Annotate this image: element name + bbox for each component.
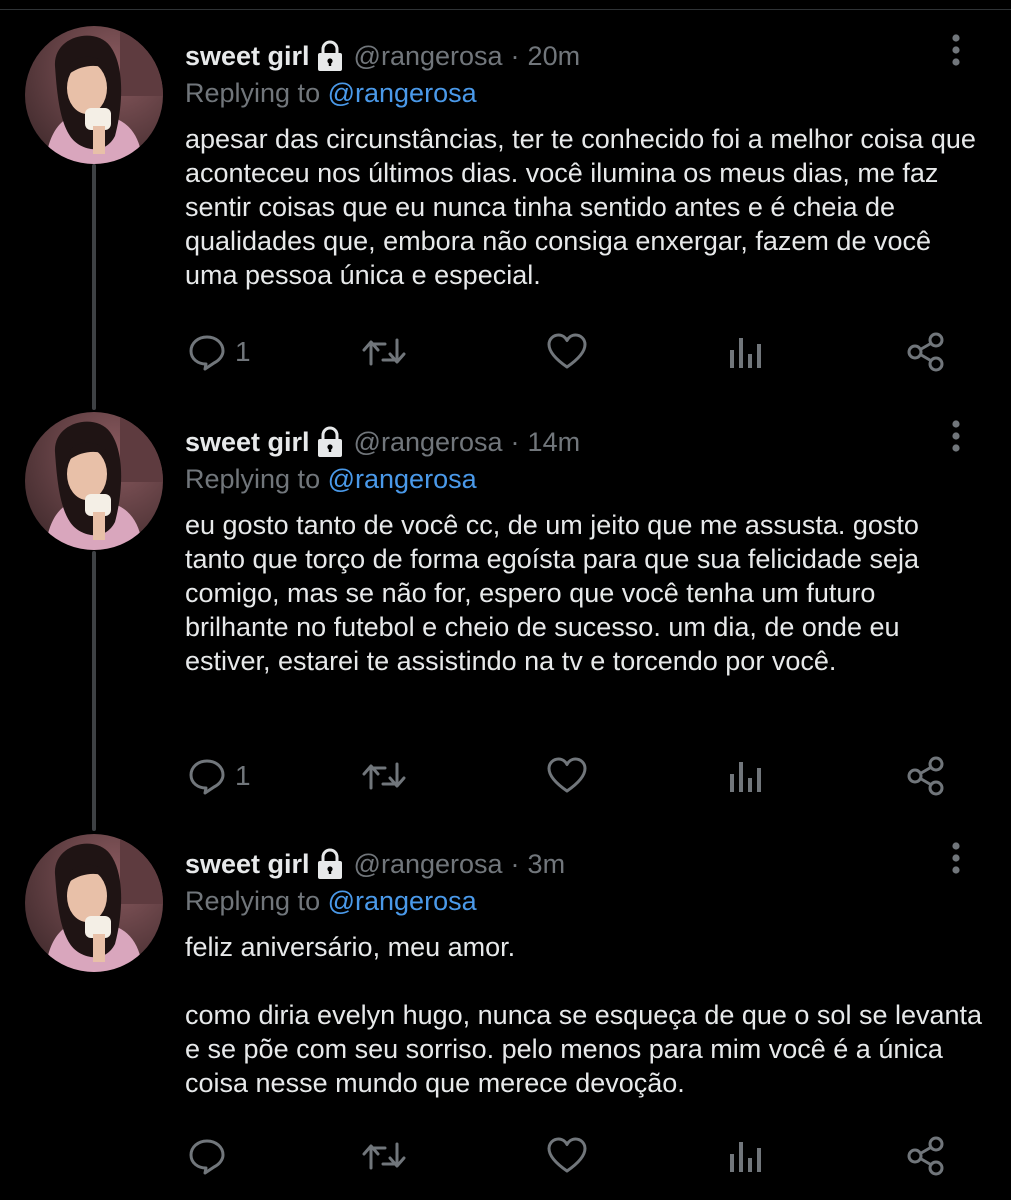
avatar[interactable] <box>25 26 163 164</box>
lock-icon <box>316 848 344 880</box>
tweet-paragraph: apesar das circunstâncias, ter te conhec… <box>185 124 976 290</box>
mention-link[interactable]: @rangerosa <box>328 464 477 494</box>
display-name[interactable]: sweet girl <box>185 849 310 880</box>
heart-icon <box>546 756 588 796</box>
analytics-icon <box>728 1136 764 1176</box>
like-button[interactable] <box>546 1132 588 1180</box>
reply-count: 1 <box>235 760 251 791</box>
retweet-icon <box>361 756 407 796</box>
separator: · <box>510 426 520 457</box>
retweet-icon <box>361 332 407 372</box>
reply-icon <box>187 332 227 372</box>
reply-button[interactable]: 1 <box>187 328 251 376</box>
retweet-icon <box>361 1136 407 1176</box>
action-bar: 1 <box>185 752 965 800</box>
replying-to-label: Replying to <box>185 886 321 916</box>
reply-button[interactable] <box>187 1132 235 1180</box>
retweet-button[interactable] <box>361 328 407 376</box>
tweet[interactable]: sweet girl @rangerosa · 20m Replying to … <box>0 26 1011 406</box>
retweet-button[interactable] <box>361 752 407 800</box>
timestamp[interactable]: 14m <box>528 427 581 458</box>
tweet-header: sweet girl @rangerosa · 3m <box>185 846 565 882</box>
analytics-icon <box>728 756 764 796</box>
replying-to-label: Replying to <box>185 78 321 108</box>
share-icon <box>905 1136 947 1176</box>
retweet-button[interactable] <box>361 1132 407 1180</box>
action-bar <box>185 1132 965 1180</box>
more-vertical-icon[interactable] <box>944 416 968 456</box>
tweet[interactable]: sweet girl @rangerosa · 14m Replying to … <box>0 412 1011 827</box>
replying-to-label: Replying to <box>185 464 321 494</box>
more-vertical-icon[interactable] <box>944 30 968 70</box>
lock-icon <box>316 40 344 72</box>
reply-count: 1 <box>235 336 251 367</box>
avatar[interactable] <box>25 834 163 972</box>
timestamp[interactable]: 20m <box>528 41 581 72</box>
share-button[interactable] <box>905 1132 947 1180</box>
like-button[interactable] <box>546 328 588 376</box>
like-button[interactable] <box>546 752 588 800</box>
tweet-paragraph: como diria evelyn hugo, nunca se esqueça… <box>185 1000 983 1098</box>
share-button[interactable] <box>905 752 947 800</box>
replying-to: Replying to @rangerosa <box>185 78 477 109</box>
avatar[interactable] <box>25 412 163 550</box>
tweet-text: apesar das circunstâncias, ter te conhec… <box>185 122 985 292</box>
tweet-text: eu gosto tanto de você cc, de um jeito q… <box>185 508 985 678</box>
share-icon <box>905 332 947 372</box>
separator: · <box>510 40 520 71</box>
analytics-button[interactable] <box>728 328 764 376</box>
replying-to: Replying to @rangerosa <box>185 464 477 495</box>
handle[interactable]: @rangerosa <box>354 849 503 880</box>
heart-icon <box>546 1136 588 1176</box>
analytics-button[interactable] <box>728 752 764 800</box>
share-button[interactable] <box>905 328 947 376</box>
tweet[interactable]: sweet girl @rangerosa · 3m Replying to @… <box>0 834 1011 1194</box>
tweet-paragraph: eu gosto tanto de você cc, de um jeito q… <box>185 510 919 676</box>
analytics-icon <box>728 332 764 372</box>
tweet-paragraph: feliz aniversário, meu amor. <box>185 932 516 962</box>
tweet-header: sweet girl @rangerosa · 20m <box>185 38 580 74</box>
replying-to: Replying to @rangerosa <box>185 886 477 917</box>
action-bar: 1 <box>185 328 965 376</box>
share-icon <box>905 756 947 796</box>
reply-icon <box>187 1136 227 1176</box>
display-name[interactable]: sweet girl <box>185 41 310 72</box>
tweet-text: feliz aniversário, meu amor. como diria e… <box>185 930 985 1100</box>
analytics-button[interactable] <box>728 1132 764 1180</box>
mention-link[interactable]: @rangerosa <box>328 886 477 916</box>
display-name[interactable]: sweet girl <box>185 427 310 458</box>
handle[interactable]: @rangerosa <box>354 427 503 458</box>
tweet-header: sweet girl @rangerosa · 14m <box>185 424 580 460</box>
lock-icon <box>316 426 344 458</box>
handle[interactable]: @rangerosa <box>354 41 503 72</box>
more-vertical-icon[interactable] <box>944 838 968 878</box>
heart-icon <box>546 332 588 372</box>
top-divider <box>0 0 1011 10</box>
mention-link[interactable]: @rangerosa <box>328 78 477 108</box>
reply-button[interactable]: 1 <box>187 752 251 800</box>
reply-icon <box>187 756 227 796</box>
separator: · <box>510 848 520 879</box>
timestamp[interactable]: 3m <box>528 849 566 880</box>
